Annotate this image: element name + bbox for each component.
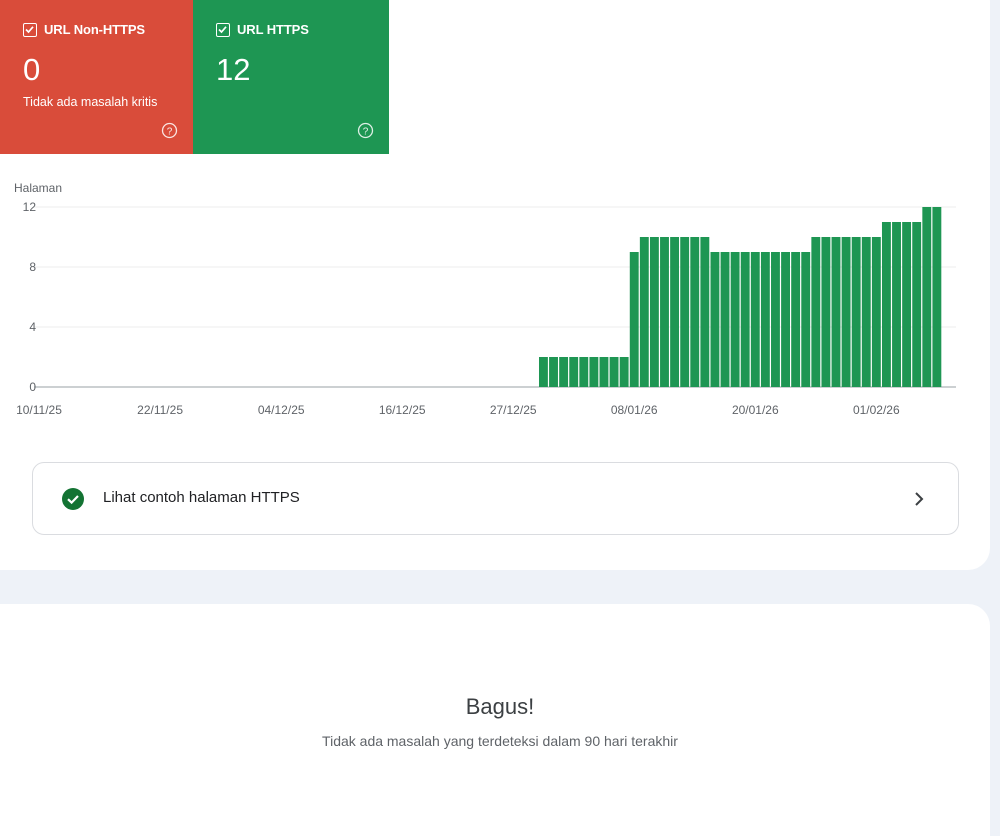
help-icon[interactable]: ? [161, 122, 178, 139]
status-title: Bagus! [465, 694, 535, 719]
https-tile[interactable]: URL HTTPS 12 ? [193, 0, 389, 154]
help-icon[interactable]: ? [357, 122, 374, 139]
https-examples-card[interactable]: Lihat contoh halaman HTTPS [32, 462, 959, 535]
chart-bar[interactable] [801, 252, 811, 387]
y-tick-label: 8 [29, 260, 36, 274]
chart-bar[interactable] [771, 252, 780, 387]
chart-bar[interactable] [660, 237, 669, 387]
chart-bar[interactable] [760, 252, 770, 387]
svg-text:?: ? [363, 126, 369, 137]
chart-bar[interactable] [902, 222, 912, 387]
chart-bar[interactable] [710, 252, 720, 387]
chart-bar[interactable] [821, 237, 831, 387]
chart-bar[interactable] [781, 252, 790, 387]
svg-text:?: ? [167, 126, 173, 137]
chart-bar[interactable] [670, 237, 680, 387]
status-panel [0, 604, 990, 836]
chevron-right-icon[interactable] [914, 491, 924, 507]
chart-bar[interactable] [932, 207, 942, 387]
y-tick-label: 12 [23, 200, 37, 214]
x-tick-label: 22/11/25 [137, 403, 183, 417]
x-tick-label: 16/12/25 [379, 403, 426, 417]
chart-bar[interactable] [680, 237, 690, 387]
chart-bar[interactable] [690, 237, 700, 387]
non-https-count: 0 [23, 52, 41, 87]
chart-bar[interactable] [619, 357, 629, 387]
y-axis-label: Halaman [14, 181, 62, 195]
chart-bar[interactable] [912, 222, 922, 387]
y-tick-label: 4 [29, 320, 36, 334]
non-https-description: Tidak ada masalah kritis [23, 95, 158, 109]
chart-bar[interactable] [740, 252, 750, 387]
chart-bar[interactable] [791, 252, 801, 387]
non-https-tile-header: URL Non-HTTPS [23, 22, 145, 37]
chart-bar[interactable] [841, 237, 851, 387]
x-tick-label: 27/12/25 [490, 403, 537, 417]
non-https-tile[interactable]: URL Non-HTTPS 0 Tidak ada masalah kritis… [0, 0, 193, 154]
chart-bar[interactable] [639, 237, 649, 387]
y-tick-label: 0 [29, 380, 36, 394]
chart-bar[interactable] [579, 357, 589, 387]
chart-bar[interactable] [922, 207, 932, 387]
chart-bar[interactable] [892, 222, 901, 387]
status-subtitle: Tidak ada masalah yang terdeteksi dalam … [322, 733, 678, 749]
chart-bar[interactable] [700, 237, 710, 387]
chart-bar[interactable] [599, 357, 609, 387]
x-tick-label: 10/11/25 [16, 403, 62, 417]
chart-bar[interactable] [569, 357, 579, 387]
chart-bar[interactable] [629, 252, 639, 387]
chart-bar[interactable] [589, 357, 599, 387]
https-examples-label: Lihat contoh halaman HTTPS [103, 489, 300, 506]
chart-bar[interactable] [811, 237, 821, 387]
check-circle-icon [62, 488, 84, 510]
chart-bar[interactable] [720, 252, 730, 387]
chart-bar[interactable] [539, 357, 548, 387]
https-tile-header: URL HTTPS [216, 22, 309, 37]
non-https-label: URL Non-HTTPS [44, 22, 146, 37]
chart-bar[interactable] [750, 252, 760, 387]
chart-bar[interactable] [831, 237, 841, 387]
x-tick-label: 20/01/26 [732, 403, 779, 417]
https-count: 12 [216, 52, 251, 87]
https-label: URL HTTPS [237, 22, 309, 37]
chart-bar[interactable] [559, 357, 569, 387]
x-tick-label: 01/02/26 [853, 403, 900, 417]
chart-bar[interactable] [851, 237, 861, 387]
checkbox-icon[interactable] [23, 22, 37, 37]
chart-bar[interactable] [730, 252, 740, 387]
x-tick-label: 04/12/25 [258, 403, 305, 417]
https-pages-chart: Halaman 0 4 8 12 10/11/25 22/11/25 04/12/25 16… [14, 181, 956, 417]
chart-bar[interactable] [609, 357, 619, 387]
chart-bar[interactable] [861, 237, 871, 387]
x-tick-label: 08/01/26 [611, 403, 658, 417]
chart-bar[interactable] [871, 237, 881, 387]
checkbox-icon[interactable] [216, 22, 230, 37]
chart-bar[interactable] [649, 237, 659, 387]
chart-bar[interactable] [549, 357, 558, 387]
chart-bar[interactable] [881, 222, 891, 387]
